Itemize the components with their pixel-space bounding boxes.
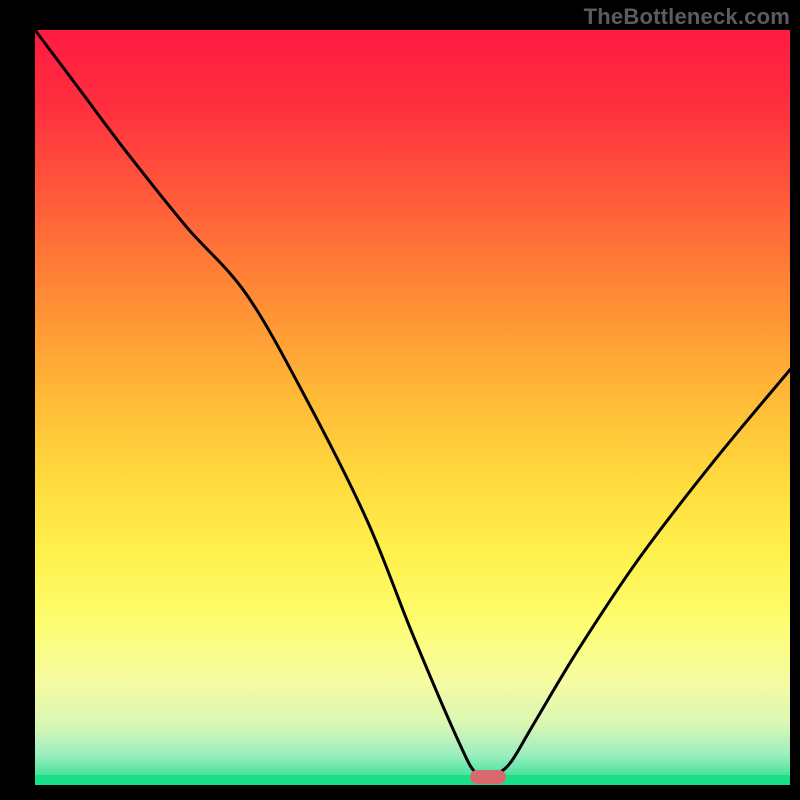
optimal-marker — [470, 770, 506, 784]
gradient-background — [35, 30, 790, 785]
baseline-band — [35, 775, 790, 785]
watermark-text: TheBottleneck.com — [584, 4, 790, 30]
chart-frame: TheBottleneck.com — [0, 0, 800, 800]
bottleneck-chart — [0, 0, 800, 800]
